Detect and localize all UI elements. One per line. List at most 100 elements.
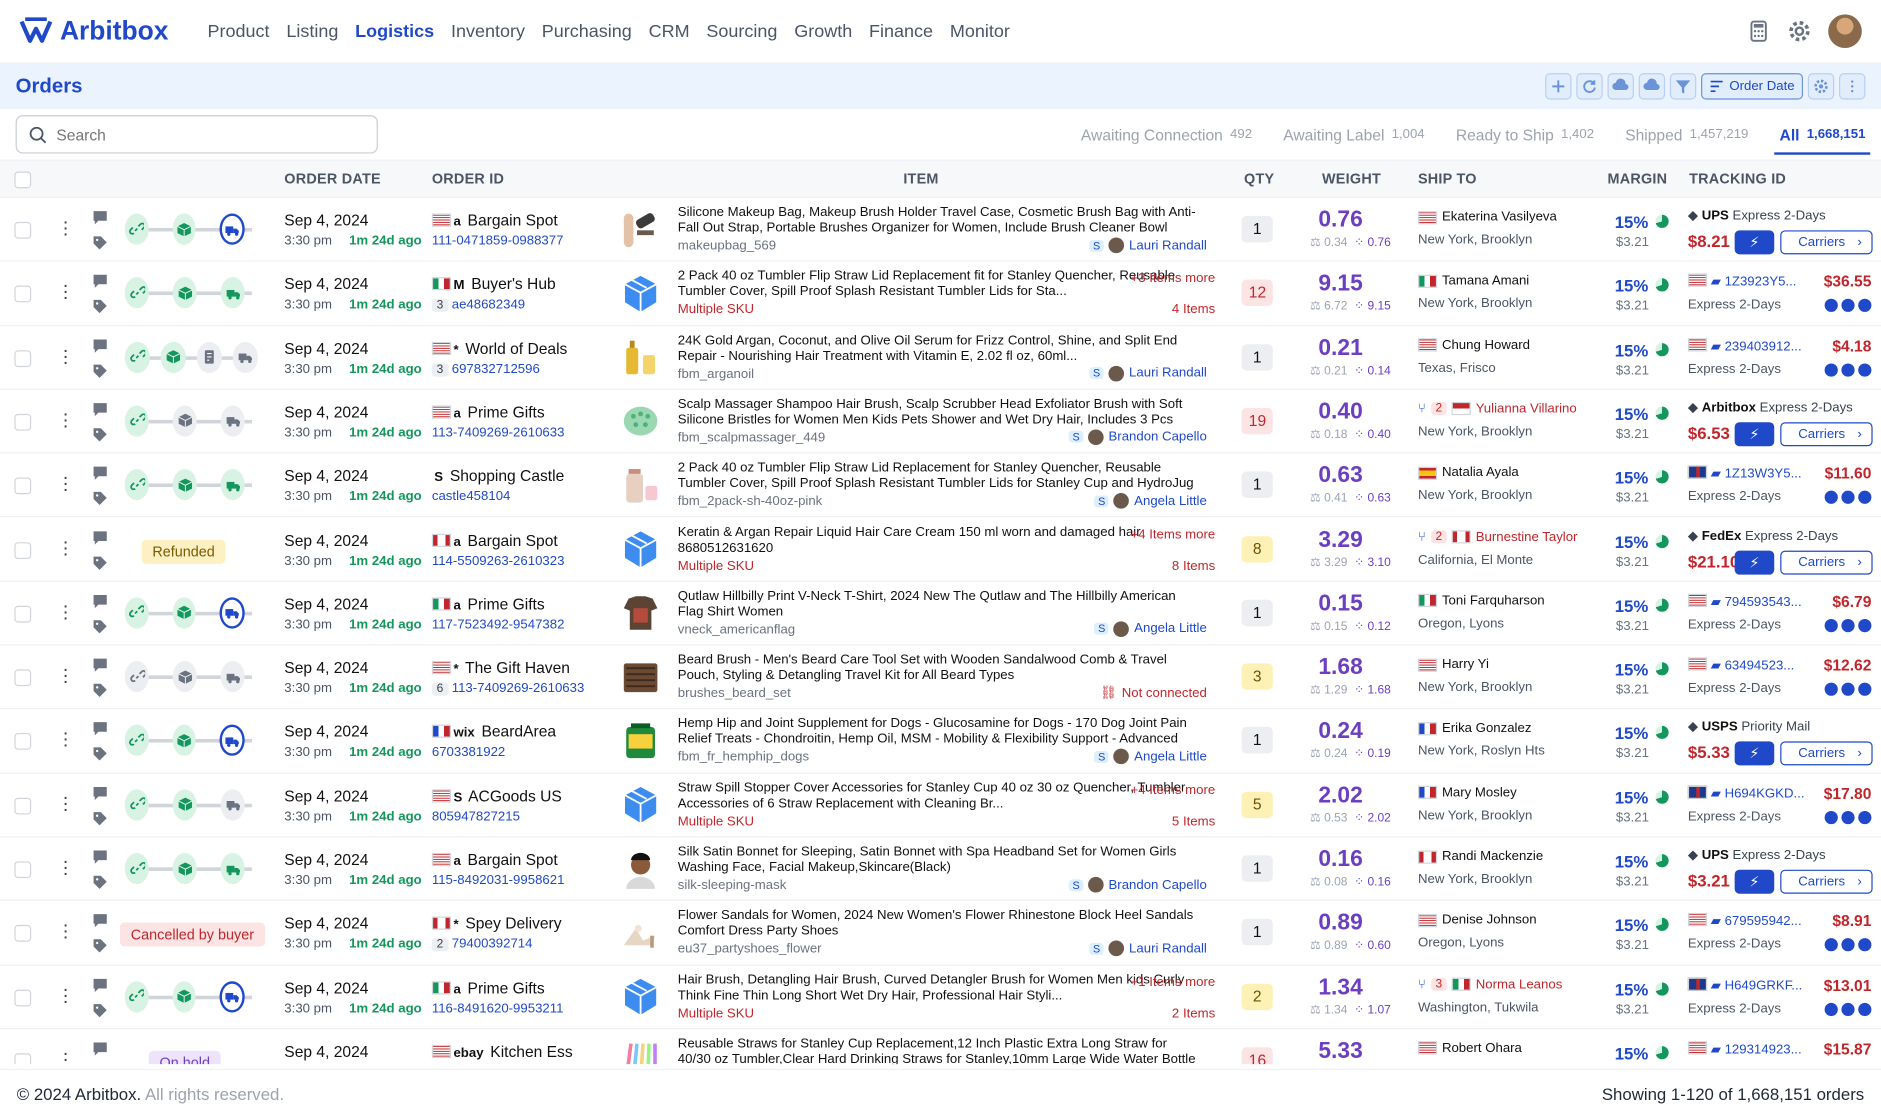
pipeline-step[interactable] <box>124 661 149 693</box>
store-name[interactable]: * Spey Delivery <box>431 914 562 932</box>
filter-button[interactable] <box>1669 73 1696 100</box>
store-name[interactable]: a Prime Gifts <box>431 595 545 613</box>
table-row[interactable]: · · · Sep 4, 2024 3:30 pm 1m 24d ago a Bar… <box>0 198 1881 262</box>
tracking-id[interactable]: ▰ H649GRKF... <box>1687 977 1802 993</box>
product-sku[interactable]: fbm_fr_hemphip_dogs <box>678 750 809 764</box>
ship-to-name[interactable]: Ekaterina Vasilyeva <box>1417 210 1557 224</box>
product-sku[interactable]: silk-sleeping-mask <box>678 878 787 892</box>
column-header-item[interactable]: ITEM <box>903 170 938 187</box>
ship-to-name[interactable]: Robert Ohara <box>1417 1041 1522 1056</box>
pipeline-step[interactable] <box>172 661 197 693</box>
row-checkbox[interactable] <box>14 733 32 751</box>
store-name[interactable]: * The Gift Haven <box>431 659 570 677</box>
pipeline-step[interactable] <box>219 597 245 629</box>
product-title[interactable]: Reusable Straws for Stanley Cup Replacem… <box>678 1036 1196 1064</box>
carriers-button[interactable]: Carriers › <box>1780 422 1873 447</box>
print-icon[interactable] <box>1858 490 1872 505</box>
more-options-button[interactable] <box>1839 73 1866 100</box>
user-avatar[interactable] <box>1828 14 1862 48</box>
tag-icon[interactable] <box>92 811 108 827</box>
tracking-id[interactable]: ▰ 1Z3923Y5... <box>1687 273 1796 289</box>
add-icon[interactable] <box>1824 618 1838 632</box>
ship-to-name[interactable]: ⑂ 2 Yulianna Villarino <box>1418 402 1577 416</box>
comment-icon[interactable] <box>92 977 108 993</box>
store-name[interactable]: S Shopping Castle <box>432 467 564 485</box>
product-sku[interactable]: fbm_arganoil <box>678 367 754 381</box>
pipeline-step[interactable] <box>219 980 245 1012</box>
add-icon[interactable] <box>1824 810 1838 824</box>
product-image[interactable] <box>614 524 667 576</box>
pipeline-step[interactable] <box>172 725 196 757</box>
store-name[interactable]: a Prime Gifts <box>431 403 545 421</box>
quick-buy-label-button[interactable]: ⚡ <box>1734 741 1775 766</box>
ship-to-name[interactable]: ⑂ 3 Norma Leanos <box>1418 977 1562 991</box>
assignee[interactable]: S Lauri Randall <box>1089 940 1207 957</box>
ship-to-name[interactable]: Harry Yi <box>1417 658 1489 672</box>
add-icon[interactable] <box>1824 1002 1838 1016</box>
row-menu-button[interactable]: ··· <box>62 597 68 628</box>
row-checkbox[interactable] <box>14 349 32 367</box>
calculator-icon[interactable] <box>1747 19 1771 43</box>
product-title[interactable]: 2 Pack 40 oz Tumbler Flip Straw Lid Repl… <box>678 461 1196 492</box>
product-image[interactable] <box>614 396 667 448</box>
pipeline-step[interactable] <box>172 277 197 309</box>
pipeline-step[interactable] <box>219 725 245 757</box>
row-checkbox[interactable] <box>14 285 32 303</box>
quick-buy-label-button[interactable]: ⚡ <box>1734 422 1775 447</box>
tag-icon[interactable] <box>92 363 108 379</box>
product-sku[interactable]: Multiple SKU <box>678 558 754 572</box>
product-title[interactable]: Flower Sandals for Women, 2024 New Women… <box>678 908 1196 939</box>
order-id[interactable]: 2 79400392714 <box>431 937 532 952</box>
weight-value[interactable]: 0.40 <box>1318 399 1362 425</box>
print-icon[interactable] <box>1858 362 1872 377</box>
pipeline-step[interactable] <box>124 277 149 309</box>
tracking-id[interactable]: ▰ H694KGKD... <box>1687 785 1805 801</box>
nav-logistics[interactable]: Logistics <box>355 21 434 41</box>
pipeline-step[interactable] <box>124 469 149 501</box>
comment-icon[interactable] <box>92 466 108 482</box>
tab-awaiting-connection[interactable]: Awaiting Connection 492 <box>1081 109 1252 159</box>
ship-to-name[interactable]: ⑂ 2 Burnestine Taylor <box>1418 530 1578 544</box>
carriers-button[interactable]: Carriers › <box>1780 550 1873 575</box>
table-row[interactable]: · · · Sep 4, 2024 3:30 pm 1m 24d ago a Bar… <box>0 837 1881 902</box>
ship-to-name[interactable]: Chung Howard <box>1417 338 1530 352</box>
weight-value[interactable]: 0.24 <box>1318 719 1362 745</box>
comment-icon[interactable] <box>92 210 108 226</box>
row-menu-button[interactable]: ··· <box>62 277 68 308</box>
carriers-button[interactable]: Carriers › <box>1780 741 1873 766</box>
nav-purchasing[interactable]: Purchasing <box>542 21 632 41</box>
pipeline-step[interactable] <box>220 405 245 437</box>
product-image[interactable] <box>614 971 667 1023</box>
row-menu-button[interactable]: ··· <box>62 852 68 883</box>
row-menu-button[interactable]: ··· <box>62 916 68 947</box>
product-sku[interactable]: fbm_scalpmassager_449 <box>678 431 825 445</box>
quick-buy-label-button[interactable]: ⚡ <box>1734 550 1775 575</box>
store-name[interactable]: ebay Kitchen Ess <box>431 1042 573 1060</box>
ship-to-name[interactable]: Randi Mackenzie <box>1417 849 1543 864</box>
weight-value[interactable]: 1.34 <box>1318 975 1362 1001</box>
row-menu-button[interactable]: ··· <box>62 533 68 564</box>
add-icon[interactable] <box>1824 938 1838 952</box>
comment-icon[interactable] <box>92 785 108 801</box>
more-items-link[interactable]: +4 Items more <box>1131 783 1216 797</box>
view-icon[interactable] <box>1841 490 1855 505</box>
column-header-tracking-id[interactable]: TRACKING ID <box>1689 170 1786 187</box>
product-image[interactable] <box>614 204 667 256</box>
row-checkbox[interactable] <box>14 477 32 495</box>
product-title[interactable]: Hair Brush, Detangling Hair Brush, Curve… <box>678 972 1196 1003</box>
more-items-link[interactable]: +4 Items more <box>1131 527 1216 541</box>
more-items-link[interactable]: +3 Items more <box>1131 271 1216 285</box>
order-id[interactable]: 6703381922 <box>432 745 505 759</box>
select-all-checkbox[interactable] <box>14 171 32 189</box>
carriers-button[interactable]: Carriers › <box>1780 869 1873 894</box>
weight-value[interactable]: 0.76 <box>1318 208 1362 234</box>
assignee[interactable]: S Lauri Randall <box>1089 365 1207 381</box>
pipeline-step[interactable] <box>196 341 222 373</box>
store-name[interactable]: a Prime Gifts <box>431 978 545 996</box>
pipeline-step[interactable] <box>172 405 197 437</box>
comment-icon[interactable] <box>92 658 108 674</box>
product-sku[interactable]: makeupbag_569 <box>678 239 776 253</box>
weight-value[interactable]: 2.02 <box>1318 783 1362 809</box>
product-title[interactable]: Hemp Hip and Joint Supplement for Dogs -… <box>678 717 1196 748</box>
pipeline-step[interactable] <box>172 597 196 629</box>
